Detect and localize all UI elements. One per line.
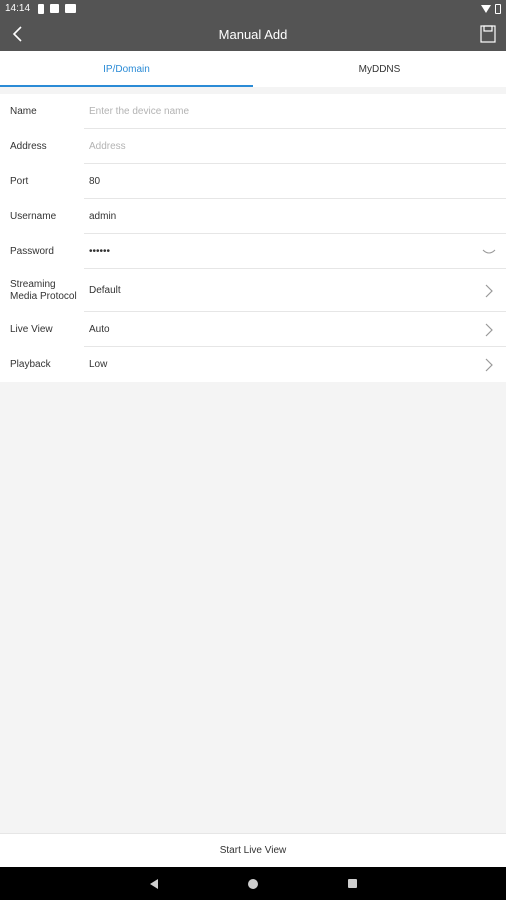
password-visibility-icon[interactable] bbox=[482, 248, 496, 256]
status-time: 14:14 bbox=[5, 3, 31, 14]
system-nav-bar bbox=[0, 867, 506, 900]
device-form: Name Enter the device name Address Addre… bbox=[0, 94, 506, 382]
address-label: Address bbox=[10, 140, 47, 152]
chevron-right-icon bbox=[485, 358, 493, 371]
playback-row[interactable]: Playback Low bbox=[0, 347, 506, 382]
tab-bar: IP/Domain MyDDNS bbox=[0, 51, 506, 87]
playback-value: Low bbox=[89, 359, 108, 370]
start-live-view-button[interactable]: Start Live View bbox=[0, 833, 506, 867]
live-view-row[interactable]: Live View Auto bbox=[0, 312, 506, 347]
nav-recents-icon[interactable] bbox=[347, 879, 357, 888]
username-input[interactable]: admin bbox=[84, 211, 506, 222]
streaming-label-line2: Media Protocol bbox=[10, 290, 77, 302]
streaming-protocol-label: Streaming Media Protocol bbox=[0, 279, 84, 303]
password-row: Password •••••• bbox=[0, 234, 506, 269]
password-input[interactable]: •••••• bbox=[84, 246, 506, 257]
wifi-icon bbox=[481, 4, 491, 13]
password-label: Password bbox=[10, 245, 54, 257]
tab-ip-domain[interactable]: IP/Domain bbox=[0, 51, 253, 87]
status-bar: 14:14 bbox=[0, 0, 506, 17]
port-row: Port 80 bbox=[0, 164, 506, 199]
streaming-label-line1: Streaming bbox=[10, 278, 56, 290]
address-input[interactable]: Address bbox=[84, 141, 506, 152]
port-label: Port bbox=[10, 175, 29, 187]
save-button[interactable] bbox=[478, 24, 498, 44]
tab-myddns[interactable]: MyDDNS bbox=[253, 51, 506, 87]
page-title: Manual Add bbox=[218, 26, 288, 42]
chevron-right-icon bbox=[485, 323, 493, 336]
app-bar: Manual Add bbox=[0, 17, 506, 51]
live-view-label: Live View bbox=[10, 323, 53, 335]
nav-home-icon[interactable] bbox=[247, 878, 258, 889]
battery-icon bbox=[495, 3, 501, 14]
live-view-value: Auto bbox=[89, 324, 110, 335]
gallery-notification-icon bbox=[65, 4, 77, 13]
name-label: Name bbox=[10, 105, 37, 117]
image-notification-icon bbox=[50, 4, 60, 13]
nav-back-icon[interactable] bbox=[149, 878, 158, 889]
tab-label: IP/Domain bbox=[103, 63, 150, 75]
username-label: Username bbox=[10, 210, 57, 222]
tab-label: MyDDNS bbox=[358, 63, 401, 75]
port-input[interactable]: 80 bbox=[84, 176, 506, 187]
streaming-protocol-row[interactable]: Streaming Media Protocol Default bbox=[0, 269, 506, 312]
battery-saver-icon bbox=[38, 3, 45, 14]
playback-label: Playback bbox=[10, 358, 51, 370]
name-input[interactable]: Enter the device name bbox=[84, 106, 506, 117]
chevron-right-icon bbox=[485, 284, 493, 297]
address-row: Address Address bbox=[0, 129, 506, 164]
chevron-left-icon bbox=[12, 26, 22, 42]
streaming-protocol-value: Default bbox=[89, 285, 121, 296]
username-row: Username admin bbox=[0, 199, 506, 234]
back-button[interactable] bbox=[8, 24, 28, 44]
name-row: Name Enter the device name bbox=[0, 94, 506, 129]
start-live-view-label: Start Live View bbox=[219, 845, 287, 856]
save-icon bbox=[480, 25, 496, 43]
